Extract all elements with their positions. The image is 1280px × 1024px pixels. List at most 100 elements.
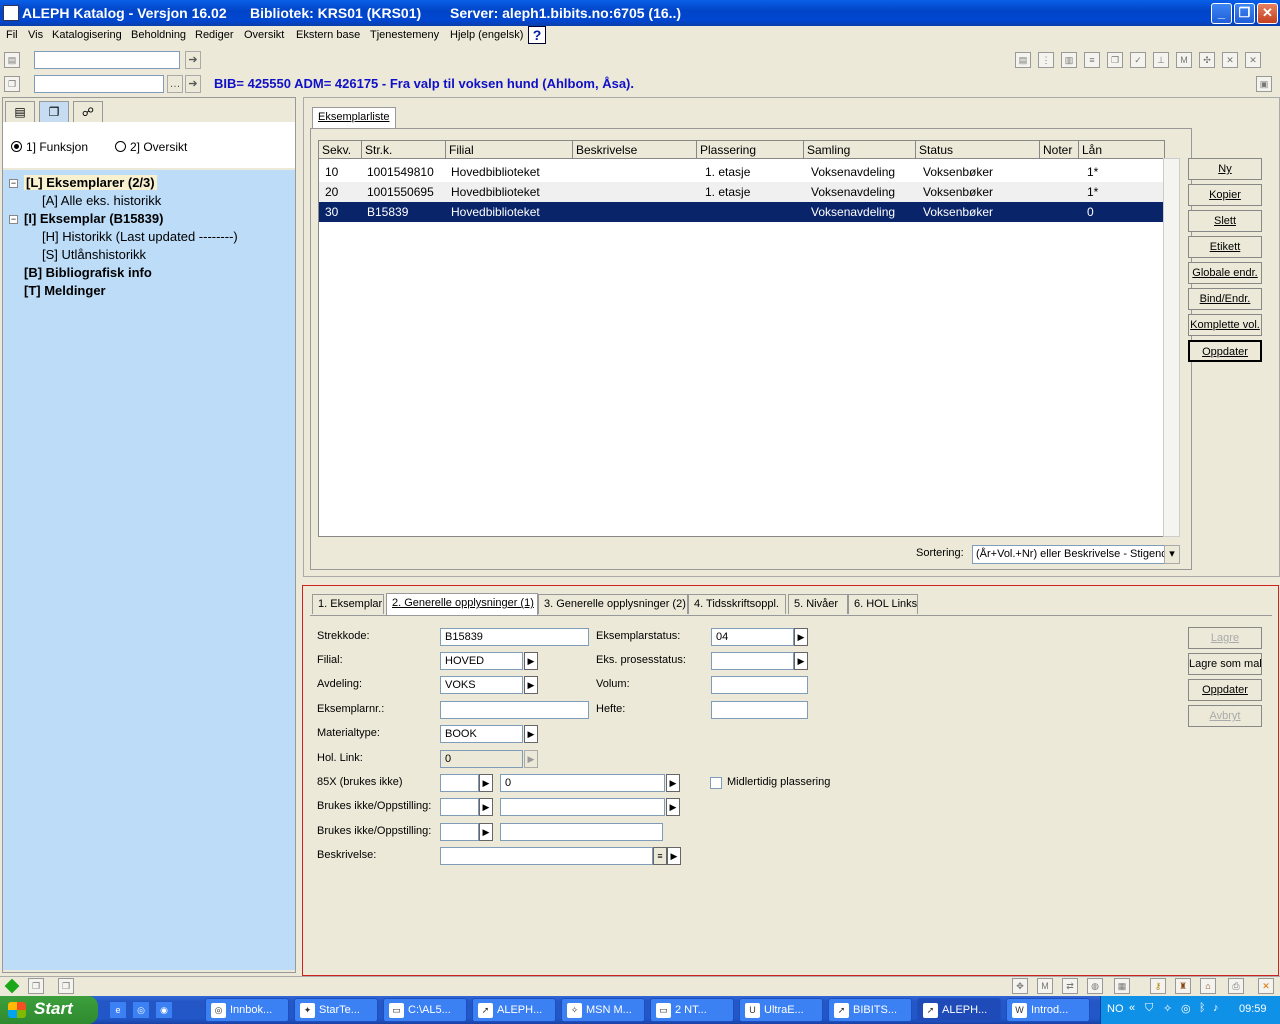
swap-icon[interactable]: ⇄	[1062, 978, 1078, 994]
doc-status-icon[interactable]: ❐	[28, 978, 44, 994]
marc-icon[interactable]: M	[1176, 52, 1192, 68]
menu-vis[interactable]: Vis	[28, 29, 43, 41]
record-number-input[interactable]	[34, 75, 164, 93]
maximize-button[interactable]: ❐	[1234, 3, 1255, 24]
col-filial[interactable]: Filial	[446, 141, 573, 159]
menu-fil[interactable]: Fil	[6, 29, 18, 41]
tree-node-alle-historikk[interactable]: [A] Alle eks. historikk	[42, 193, 161, 208]
sort-select[interactable]: (År+Vol.+Nr) eller Beskrivelse - Stigend…	[972, 545, 1180, 564]
col-plassering[interactable]: Plassering	[697, 141, 804, 159]
close-button[interactable]: ✕	[1257, 3, 1278, 24]
minimize-button[interactable]: _	[1211, 3, 1232, 24]
ny-button[interactable]: Ny	[1188, 158, 1262, 180]
table-row-selected[interactable]: 30 B15839 Hovedbiblioteket Voksenavdelin…	[319, 202, 1164, 222]
go-record-arrow-icon[interactable]: ➔	[185, 75, 201, 93]
bluetooth-icon[interactable]: ᛒ	[1199, 1002, 1206, 1014]
person-icon[interactable]: ♜	[1175, 978, 1191, 994]
filial-input[interactable]: HOVED	[440, 652, 523, 670]
tab-nivaer[interactable]: 5. Nivåer	[788, 594, 848, 614]
marc-status-icon[interactable]: M	[1037, 978, 1053, 994]
catalog-tab-icon[interactable]: ▤	[5, 101, 35, 123]
print-icon[interactable]: ⎙	[1228, 978, 1244, 994]
tree-icon[interactable]: ⋮	[1038, 52, 1054, 68]
task-msn[interactable]: ✧ MSN M...	[561, 998, 645, 1022]
tab-eksemplarliste[interactable]: Eksemplarliste	[312, 107, 396, 129]
col-samling[interactable]: Samling	[804, 141, 916, 159]
globe-icon[interactable]: ◍	[1087, 978, 1103, 994]
menu-rediger[interactable]: Rediger	[195, 29, 234, 41]
brukes2-input-a[interactable]	[440, 823, 479, 841]
radio-oversikt[interactable]: 2] Oversikt	[115, 140, 187, 154]
table-scrollbar[interactable]	[1163, 158, 1180, 537]
midlertidig-checkbox[interactable]	[710, 777, 722, 789]
sort-dropdown-icon[interactable]: ▾	[1164, 545, 1180, 564]
tree-node-utlanshistorikk[interactable]: [S] Utlånshistorikk	[42, 247, 146, 262]
col-noter[interactable]: Noter	[1040, 141, 1079, 159]
col-strk[interactable]: Str.k.	[362, 141, 446, 159]
doc-icon[interactable]: ❐	[4, 76, 20, 92]
doc2-status-icon[interactable]: ❐	[58, 978, 74, 994]
language-indicator[interactable]: NO	[1107, 1003, 1124, 1015]
tree-node-bibliografisk[interactable]: [B] Bibliografisk info	[24, 265, 152, 280]
lagre-som-mal-button[interactable]: Lagre som mal	[1188, 653, 1262, 675]
collapse-icon[interactable]: −	[9, 179, 18, 188]
f85x-arrow-icon[interactable]: ▶	[479, 774, 493, 792]
book-icon[interactable]: ▥	[1061, 52, 1077, 68]
nav-icon[interactable]: ✥	[1012, 978, 1028, 994]
tray-arrow-icon[interactable]: «	[1129, 1002, 1135, 1014]
start-button[interactable]: Start	[0, 996, 98, 1024]
tab-generelle-1[interactable]: 2. Generelle opplysninger (1)	[386, 593, 538, 615]
brukes1-input-a[interactable]	[440, 798, 479, 816]
volum-input[interactable]	[711, 676, 808, 694]
go-arrow-icon[interactable]: ➔	[185, 51, 201, 69]
radio-funksjon[interactable]: 1] Funksjon	[11, 140, 88, 154]
firefox-icon[interactable]: ◉	[156, 1002, 172, 1018]
avdeling-picker-arrow-icon[interactable]: ▶	[524, 676, 538, 694]
filial-picker-arrow-icon[interactable]: ▶	[524, 652, 538, 670]
task-aleph-2[interactable]: ➚ ALEPH...	[917, 998, 1001, 1022]
key-icon[interactable]: ⚷	[1150, 978, 1166, 994]
volume-icon[interactable]: ♪	[1213, 1002, 1219, 1014]
oppdater-detail-button[interactable]: Oppdater	[1188, 679, 1262, 701]
items-tab-icon[interactable]: ❐	[39, 101, 69, 123]
brukes2-input-b[interactable]	[500, 823, 663, 841]
task-starteam[interactable]: ✦ StarTe...	[294, 998, 378, 1022]
kopier-button[interactable]: Kopier	[1188, 184, 1262, 206]
brukes1-input-b[interactable]	[500, 798, 665, 816]
prosessstatus-arrow-icon[interactable]: ▶	[794, 652, 808, 670]
etikett-button[interactable]: Etikett	[1188, 236, 1262, 258]
eksemplarstatus-arrow-icon[interactable]: ▶	[794, 628, 808, 646]
settings-icon[interactable]: ✣	[1199, 52, 1215, 68]
eksemplarnr-input[interactable]	[440, 701, 589, 719]
help-icon[interactable]: ?	[528, 26, 546, 44]
copy-icon[interactable]: ❐	[1107, 52, 1123, 68]
tab-hol-links[interactable]: 6. HOL Links	[848, 594, 918, 614]
task-bibits[interactable]: ➚ BIBITS...	[828, 998, 912, 1022]
search-input[interactable]	[34, 51, 180, 69]
ie-icon[interactable]: e	[110, 1002, 126, 1018]
close-record-icon[interactable]: ▣	[1256, 76, 1272, 92]
tab-generelle-2[interactable]: 3. Generelle opplysninger (2)	[538, 594, 688, 614]
col-lan[interactable]: Lån	[1079, 141, 1165, 159]
oppdater-list-button[interactable]: Oppdater	[1188, 340, 1262, 362]
record-icon[interactable]: ▤	[1015, 52, 1031, 68]
lagre-button[interactable]: Lagre	[1188, 627, 1262, 649]
globale-endr-button[interactable]: Globale endr.	[1188, 262, 1262, 284]
exit-icon[interactable]: ✕	[1258, 978, 1274, 994]
tree-node-eksemplarer[interactable]: [L] Eksemplarer (2/3)	[24, 175, 157, 190]
beskrivelse-input[interactable]	[440, 847, 653, 865]
task-introduksjon[interactable]: W Introd...	[1006, 998, 1090, 1022]
outlook-icon[interactable]: ◎	[133, 1002, 149, 1018]
menu-hjelp[interactable]: Hjelp (engelsk)	[450, 29, 523, 41]
menu-oversikt[interactable]: Oversikt	[244, 29, 284, 41]
prosessstatus-input[interactable]	[711, 652, 794, 670]
task-nt[interactable]: ▭ 2 NT...	[650, 998, 734, 1022]
tab-tidsskriftsoppl[interactable]: 4. Tidsskriftsoppl.	[688, 594, 786, 614]
beskrivelse-list-icon[interactable]: ≡	[653, 847, 667, 865]
f85x-b-arrow-icon[interactable]: ▶	[666, 774, 680, 792]
tab-eksemplar[interactable]: 1. Eksemplar	[312, 594, 384, 614]
shield-icon[interactable]: ⛉	[1145, 1002, 1153, 1015]
komplette-vol-button[interactable]: Komplette vol.	[1188, 314, 1262, 336]
eksemplarstatus-input[interactable]: 04	[711, 628, 794, 646]
outlook-tray-icon[interactable]: ◎	[1181, 1002, 1191, 1015]
